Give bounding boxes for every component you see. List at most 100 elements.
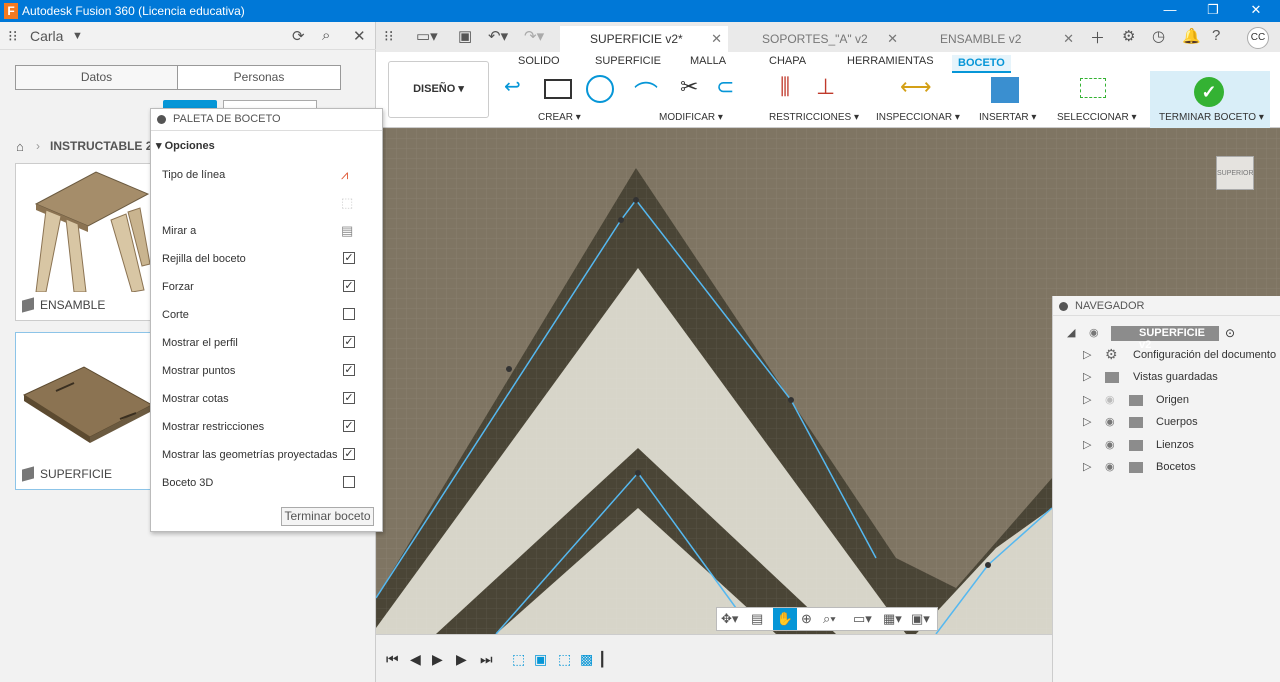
group-terminar-boceto[interactable]: TERMINAR BOCETO ▾ [1159, 112, 1264, 123]
workspace-switcher[interactable]: DISEÑO ▾ [388, 61, 489, 118]
close-tab-icon[interactable]: ✕ [1063, 31, 1074, 47]
trim-icon[interactable]: ✂ [680, 74, 698, 100]
file-card-ensamble[interactable]: ENSAMBLE [15, 163, 155, 321]
close-window-button[interactable]: ✕ [1246, 2, 1266, 18]
pan-icon[interactable]: ✋ [773, 608, 797, 630]
eye-icon[interactable]: ◉ [1105, 415, 1115, 428]
look-at-icon[interactable]: ▤ [341, 223, 353, 239]
ws-tab-chapa[interactable]: CHAPA [769, 55, 806, 67]
redo-icon[interactable]: ↷▾ [524, 27, 544, 45]
zoom-icon[interactable]: ⊕ [801, 611, 812, 627]
construction-icon[interactable]: ⬚ [341, 195, 353, 211]
orbit-icon[interactable]: ✥▾ [721, 611, 738, 627]
search-icon[interactable]: ⌕ [322, 27, 330, 44]
timeline-marker[interactable]: ┃ [598, 651, 606, 668]
undo-icon[interactable]: ↶▾ [488, 27, 508, 45]
linetype-icon[interactable]: ⩘ [341, 167, 348, 183]
checkbox-dimensions[interactable]: ✓ [343, 392, 355, 404]
line-tool-icon[interactable]: ↩ [504, 74, 521, 99]
previous-step-icon[interactable]: ◀ [410, 651, 421, 668]
expand-icon[interactable]: ▷ [1083, 438, 1091, 451]
group-insertar[interactable]: INSERTAR ▾ [979, 112, 1036, 123]
look-at-icon[interactable]: ▤ [751, 611, 763, 627]
eye-hidden-icon[interactable]: ◉ [1105, 393, 1115, 406]
insert-image-icon[interactable] [991, 77, 1019, 103]
home-icon[interactable]: ⌂ [16, 139, 24, 154]
ws-tab-solido[interactable]: SOLIDO [518, 55, 560, 67]
group-crear[interactable]: CREAR ▾ [538, 112, 581, 123]
viewports-icon[interactable]: ▣▾ [911, 611, 930, 627]
select-box-icon[interactable] [1080, 78, 1106, 98]
checkbox-slice[interactable] [343, 308, 355, 320]
display-settings-icon[interactable]: ▭▾ [853, 611, 872, 627]
chevron-down-icon[interactable]: ▼ [72, 30, 83, 42]
sketch-feature-icon[interactable]: ⬚ [558, 651, 571, 668]
new-tab-icon[interactable]: ＋ [1090, 27, 1105, 48]
root-component[interactable]: SUPERFICIE v2 [1111, 326, 1219, 351]
expand-root-icon[interactable]: ◢ [1067, 326, 1075, 339]
fillet-icon[interactable]: ⌒ [634, 74, 658, 109]
measure-icon[interactable]: ⟷ [900, 74, 932, 100]
ws-tab-boceto[interactable]: BOCETO [952, 55, 1011, 73]
circle-tool-icon[interactable] [586, 75, 614, 103]
extensions-icon[interactable]: ⚙ [1122, 27, 1135, 45]
ws-tab-superficie[interactable]: SUPERFICIE [595, 55, 661, 67]
navigator-header[interactable]: NAVEGADOR [1053, 296, 1280, 316]
minimize-button[interactable]: — [1160, 2, 1180, 17]
first-step-icon[interactable]: ⏮ [386, 651, 399, 668]
tab-soportes[interactable]: SOPORTES_"A" v2 ✕ [732, 26, 904, 52]
notifications-icon[interactable]: 🔔 [1182, 27, 1201, 45]
user-avatar[interactable]: CC [1247, 27, 1269, 49]
finish-sketch-button[interactable]: Terminar boceto [281, 507, 374, 526]
checkbox-snap[interactable]: ✓ [343, 280, 355, 292]
checkbox-points[interactable]: ✓ [343, 364, 355, 376]
expand-icon[interactable]: ▷ [1083, 370, 1091, 383]
group-modificar[interactable]: MODIFICAR ▾ [659, 112, 723, 123]
tab-ensamble[interactable]: ENSAMBLE v2 ✕ [910, 26, 1080, 52]
collapse-icon[interactable] [157, 115, 166, 124]
canvas-feature-icon[interactable]: ▩ [580, 651, 593, 668]
next-step-icon[interactable]: ▶ [456, 651, 467, 668]
last-step-icon[interactable]: ⏭ [480, 651, 493, 668]
grid-settings-icon[interactable]: ▦▾ [883, 611, 902, 627]
ws-tab-malla[interactable]: MALLA [690, 55, 726, 67]
eye-icon[interactable]: ◉ [1105, 438, 1115, 451]
refresh-icon[interactable]: ⟳ [292, 27, 305, 45]
viewcube[interactable]: SUPERIOR [1216, 156, 1254, 190]
ws-tab-herramientas[interactable]: HERRAMIENTAS [847, 55, 934, 67]
close-icon[interactable]: ✕ [353, 27, 366, 45]
finish-sketch-panel[interactable]: ✓ TERMINAR BOCETO ▾ [1150, 71, 1270, 128]
checkbox-projected[interactable]: ✓ [343, 448, 355, 460]
zoom-window-icon[interactable]: ⌕▾ [823, 611, 836, 627]
job-status-icon[interactable]: ◷ [1152, 27, 1165, 45]
checkbox-grid[interactable]: ✓ [343, 252, 355, 264]
tab-personas[interactable]: Personas [177, 65, 341, 90]
tab-datos[interactable]: Datos [15, 65, 178, 90]
file-icon[interactable]: ▭▾ [416, 27, 438, 45]
activate-radio-icon[interactable]: ⊙ [1225, 326, 1235, 340]
user-name[interactable]: Carla [30, 28, 63, 44]
expand-icon[interactable]: ▷ [1083, 393, 1091, 406]
expand-icon[interactable]: ▷ [1083, 415, 1091, 428]
group-restricciones[interactable]: RESTRICCIONES ▾ [769, 112, 859, 123]
checkbox-profile[interactable]: ✓ [343, 336, 355, 348]
rectangle-tool-icon[interactable] [544, 79, 572, 99]
play-icon[interactable]: ▶ [432, 651, 443, 668]
checkbox-3d-sketch[interactable] [343, 476, 355, 488]
save-icon[interactable]: ▣ [458, 27, 472, 45]
restore-button[interactable]: ❐ [1203, 2, 1223, 18]
palette-header[interactable]: PALETA DE BOCETO [151, 109, 382, 131]
eye-icon[interactable]: ◉ [1105, 460, 1115, 473]
help-icon[interactable]: ? [1212, 27, 1220, 44]
checkbox-constraints[interactable]: ✓ [343, 420, 355, 432]
options-section[interactable]: ▾ Opciones [156, 139, 215, 152]
tab-superficie[interactable]: SUPERFICIE v2* ✕ [560, 26, 728, 52]
coincident-icon[interactable]: ⫼ [780, 74, 790, 100]
extrude-feature-icon[interactable]: ▣ [534, 651, 547, 668]
expand-icon[interactable]: ▷ [1083, 348, 1091, 361]
offset-icon[interactable]: ⊂ [716, 74, 734, 100]
grid-menu-icon[interactable]: ⁝⁝ [384, 27, 394, 45]
perpendicular-icon[interactable]: ⊥ [816, 74, 835, 100]
close-tab-icon[interactable]: ✕ [887, 31, 898, 47]
team-icon[interactable]: ⁝⁝ [8, 27, 18, 45]
